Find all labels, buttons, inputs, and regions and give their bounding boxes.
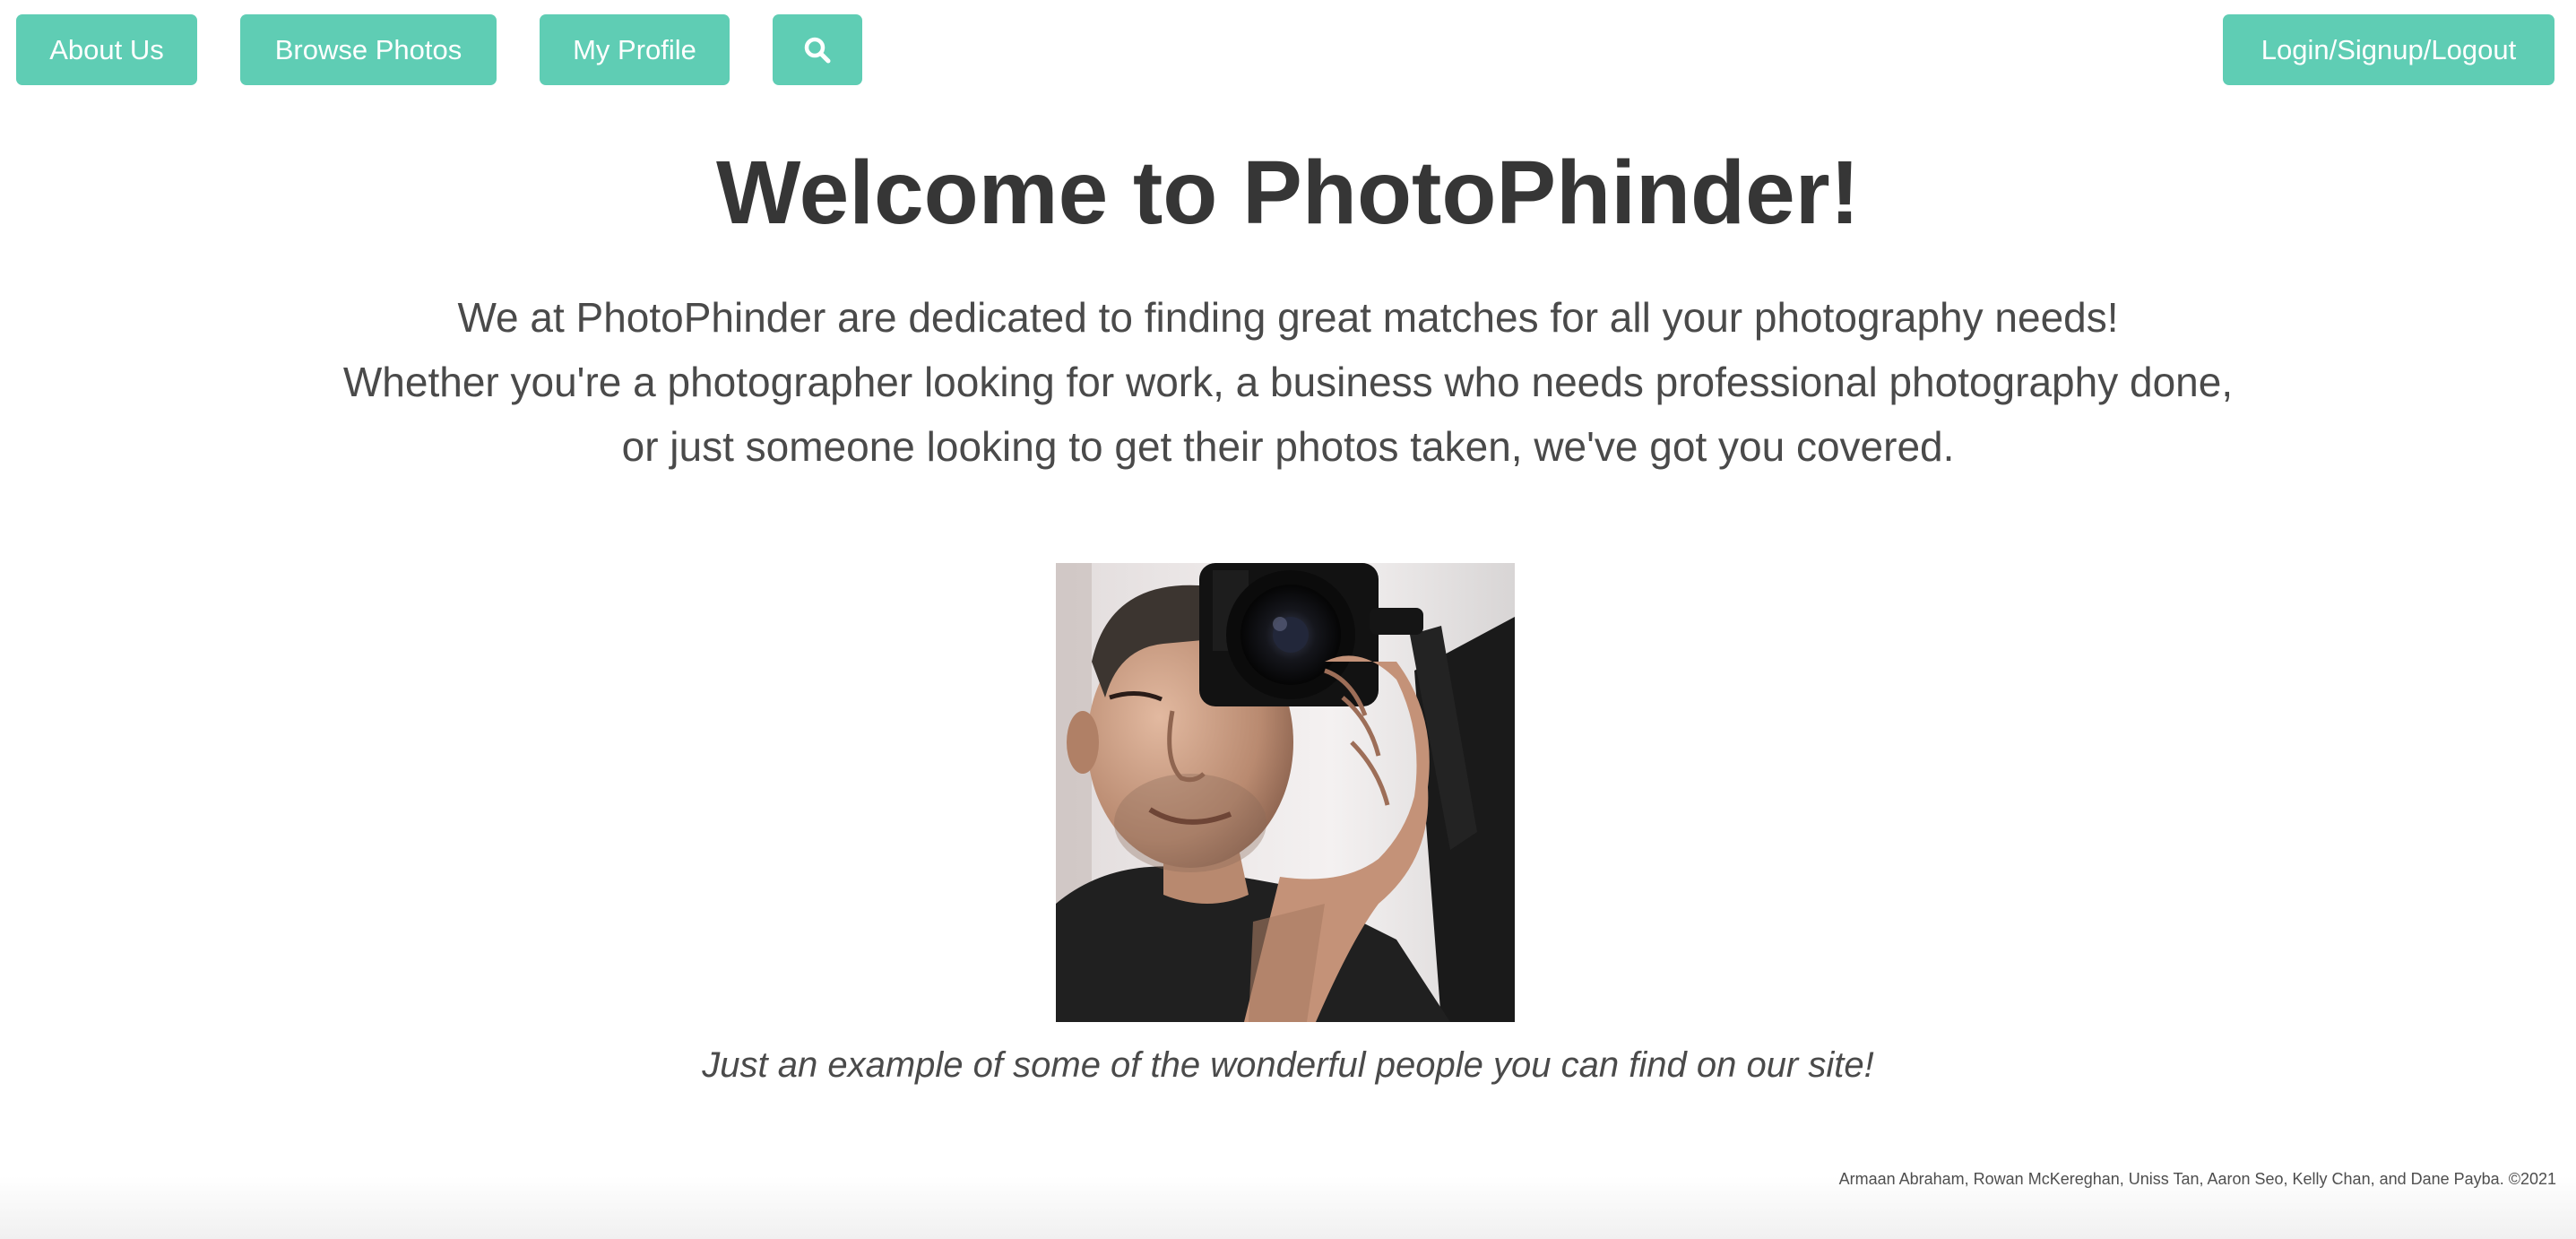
intro-line: or just someone looking to get their pho… xyxy=(621,423,1955,470)
intro-line: Whether you're a photographer looking fo… xyxy=(342,359,2234,405)
photo-caption: Just an example of some of the wonderful… xyxy=(702,1045,1874,1085)
intro-text: We at PhotoPhinder are dedicated to find… xyxy=(0,285,2576,479)
search-icon xyxy=(804,37,831,63)
intro-line: We at PhotoPhinder are dedicated to find… xyxy=(457,294,2119,341)
search-button[interactable] xyxy=(773,14,862,85)
photographer-image xyxy=(1056,563,1515,1022)
my-profile-button[interactable]: My Profile xyxy=(540,14,730,85)
about-us-button[interactable]: About Us xyxy=(16,14,197,85)
photographer-photo xyxy=(1056,563,1515,1022)
page-title: Welcome to PhotoPhinder! xyxy=(716,143,1860,243)
bottom-shadow xyxy=(0,1176,2576,1239)
login-signup-logout-button[interactable]: Login/Signup/Logout xyxy=(2223,14,2554,85)
browse-photos-button[interactable]: Browse Photos xyxy=(240,14,497,85)
